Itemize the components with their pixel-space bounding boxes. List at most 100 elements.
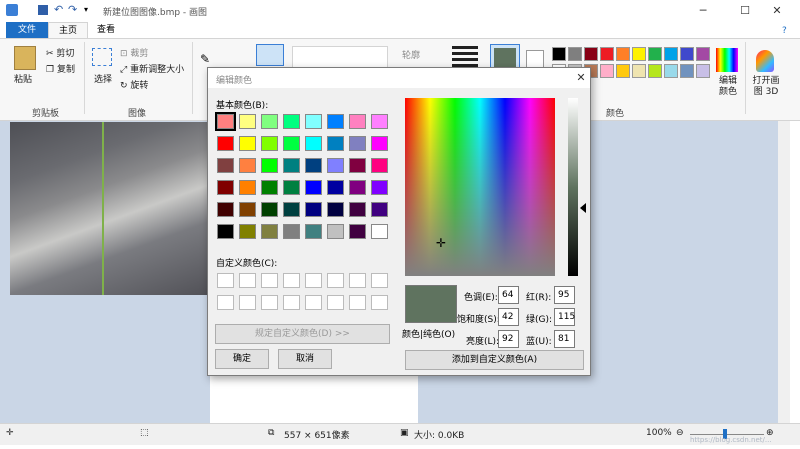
basic-color-swatch[interactable] — [215, 112, 236, 131]
custom-color-swatch[interactable] — [327, 295, 344, 310]
basic-color-swatch[interactable] — [261, 158, 278, 173]
basic-color-swatch[interactable] — [283, 114, 300, 129]
tab-home[interactable]: 主页 — [48, 22, 88, 38]
color-spectrum[interactable] — [405, 98, 555, 276]
custom-color-swatch[interactable] — [349, 295, 366, 310]
basic-color-swatch[interactable] — [217, 158, 234, 173]
basic-color-swatch[interactable] — [239, 136, 256, 151]
tab-file[interactable]: 文件 — [6, 22, 48, 38]
help-icon[interactable]: ? — [782, 26, 787, 36]
blue-field[interactable]: 81 — [554, 330, 575, 348]
undo-icon[interactable]: ↶ — [54, 4, 64, 15]
custom-color-swatch[interactable] — [239, 295, 256, 310]
basic-color-swatch[interactable] — [239, 158, 256, 173]
basic-color-swatch[interactable] — [371, 136, 388, 151]
basic-color-swatch[interactable] — [349, 224, 366, 239]
palette-color-swatch[interactable] — [696, 64, 710, 78]
dialog-close-button[interactable]: ✕ — [572, 69, 590, 87]
palette-color-swatch[interactable] — [616, 64, 630, 78]
palette-color-swatch[interactable] — [648, 47, 662, 61]
paste-icon[interactable] — [14, 46, 36, 70]
luminance-slider[interactable] — [568, 98, 578, 276]
basic-color-swatch[interactable] — [239, 114, 256, 129]
color2-button[interactable] — [526, 50, 544, 68]
resize-button[interactable]: ⤢ 重新调整大小 — [120, 62, 184, 75]
cut-button[interactable]: ✂ 剪切 — [46, 46, 74, 59]
palette-color-swatch[interactable] — [568, 47, 582, 61]
crop-button[interactable]: ⊡ 裁剪 — [120, 46, 148, 59]
palette-color-swatch[interactable] — [648, 64, 662, 78]
custom-color-swatch[interactable] — [305, 295, 322, 310]
basic-color-swatch[interactable] — [349, 202, 366, 217]
custom-color-swatch[interactable] — [371, 295, 388, 310]
basic-color-swatch[interactable] — [371, 180, 388, 195]
basic-color-swatch[interactable] — [371, 224, 388, 239]
basic-color-swatch[interactable] — [327, 136, 344, 151]
paint3d-button[interactable]: 打开画图 3D — [750, 76, 782, 98]
basic-color-swatch[interactable] — [217, 224, 234, 239]
paint3d-icon[interactable] — [756, 50, 774, 72]
palette-color-swatch[interactable] — [552, 47, 566, 61]
custom-color-swatch[interactable] — [217, 273, 234, 288]
basic-color-swatch[interactable] — [327, 158, 344, 173]
redo-icon[interactable]: ↷ — [68, 4, 78, 15]
basic-color-swatch[interactable] — [305, 180, 322, 195]
palette-color-swatch[interactable] — [632, 64, 646, 78]
custom-color-swatch[interactable] — [217, 295, 234, 310]
copy-button[interactable]: ❐ 复制 — [46, 62, 75, 75]
basic-color-swatch[interactable] — [305, 224, 322, 239]
palette-color-swatch[interactable] — [616, 47, 630, 61]
custom-color-swatch[interactable] — [261, 295, 278, 310]
palette-color-swatch[interactable] — [584, 47, 598, 61]
basic-color-swatch[interactable] — [349, 158, 366, 173]
luminance-arrow-icon[interactable] — [580, 203, 586, 213]
select-button[interactable]: 选择 — [94, 72, 112, 85]
luminance-field[interactable]: 92 — [498, 330, 519, 348]
basic-color-swatch[interactable] — [217, 202, 234, 217]
palette-color-swatch[interactable] — [664, 64, 678, 78]
rotate-button[interactable]: ↻ 旋转 — [120, 78, 148, 91]
select-icon[interactable] — [92, 48, 112, 66]
custom-color-swatch[interactable] — [327, 273, 344, 288]
basic-color-swatch[interactable] — [261, 180, 278, 195]
hue-field[interactable]: 64 — [498, 286, 519, 304]
zoom-out-icon[interactable]: ⊖ — [676, 428, 684, 438]
basic-color-swatch[interactable] — [283, 202, 300, 217]
basic-color-swatch[interactable] — [371, 202, 388, 217]
palette-color-swatch[interactable] — [680, 47, 694, 61]
pencil-icon[interactable]: ✎ — [200, 52, 210, 66]
red-field[interactable]: 95 — [554, 286, 575, 304]
custom-color-swatch[interactable] — [239, 273, 256, 288]
basic-color-swatch[interactable] — [371, 158, 388, 173]
tab-view[interactable]: 查看 — [86, 22, 126, 38]
basic-color-swatch[interactable] — [305, 202, 322, 217]
basic-color-swatch[interactable] — [305, 136, 322, 151]
save-icon[interactable] — [38, 5, 48, 15]
paste-button[interactable]: 粘贴 — [14, 72, 32, 85]
cancel-button[interactable]: 取消 — [278, 349, 332, 369]
custom-color-swatch[interactable] — [283, 295, 300, 310]
palette-color-swatch[interactable] — [600, 47, 614, 61]
basic-color-swatch[interactable] — [305, 158, 322, 173]
palette-color-swatch[interactable] — [680, 64, 694, 78]
basic-color-swatch[interactable] — [283, 224, 300, 239]
basic-color-swatch[interactable] — [283, 136, 300, 151]
basic-color-swatch[interactable] — [217, 180, 234, 195]
basic-color-swatch[interactable] — [261, 114, 278, 129]
define-custom-button[interactable]: 规定自定义颜色(D) >> — [215, 324, 390, 344]
basic-color-swatch[interactable] — [283, 180, 300, 195]
vertical-scrollbar[interactable] — [778, 121, 790, 423]
custom-color-swatch[interactable] — [349, 273, 366, 288]
palette-color-swatch[interactable] — [600, 64, 614, 78]
custom-color-swatch[interactable] — [305, 273, 322, 288]
saturation-field[interactable]: 42 — [498, 308, 519, 326]
custom-color-swatch[interactable] — [261, 273, 278, 288]
ok-button[interactable]: 确定 — [215, 349, 269, 369]
basic-color-swatch[interactable] — [349, 180, 366, 195]
basic-color-swatch[interactable] — [305, 114, 322, 129]
basic-color-swatch[interactable] — [327, 114, 344, 129]
palette-color-swatch[interactable] — [696, 47, 710, 61]
basic-color-swatch[interactable] — [327, 202, 344, 217]
basic-color-swatch[interactable] — [261, 202, 278, 217]
basic-color-swatch[interactable] — [327, 180, 344, 195]
